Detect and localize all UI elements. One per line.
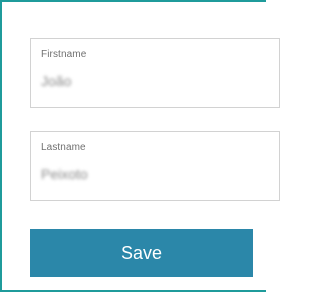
profile-form-card: Firstname João Lastname Peixoto Save [0, 0, 280, 292]
firstname-value[interactable]: João [41, 73, 71, 89]
firstname-label: Firstname [41, 49, 87, 60]
lastname-field[interactable]: Lastname Peixoto [30, 131, 280, 201]
save-button[interactable]: Save [30, 229, 253, 277]
lastname-value[interactable]: Peixoto [41, 166, 88, 182]
lastname-label: Lastname [41, 142, 86, 153]
firstname-field[interactable]: Firstname João [30, 38, 280, 108]
